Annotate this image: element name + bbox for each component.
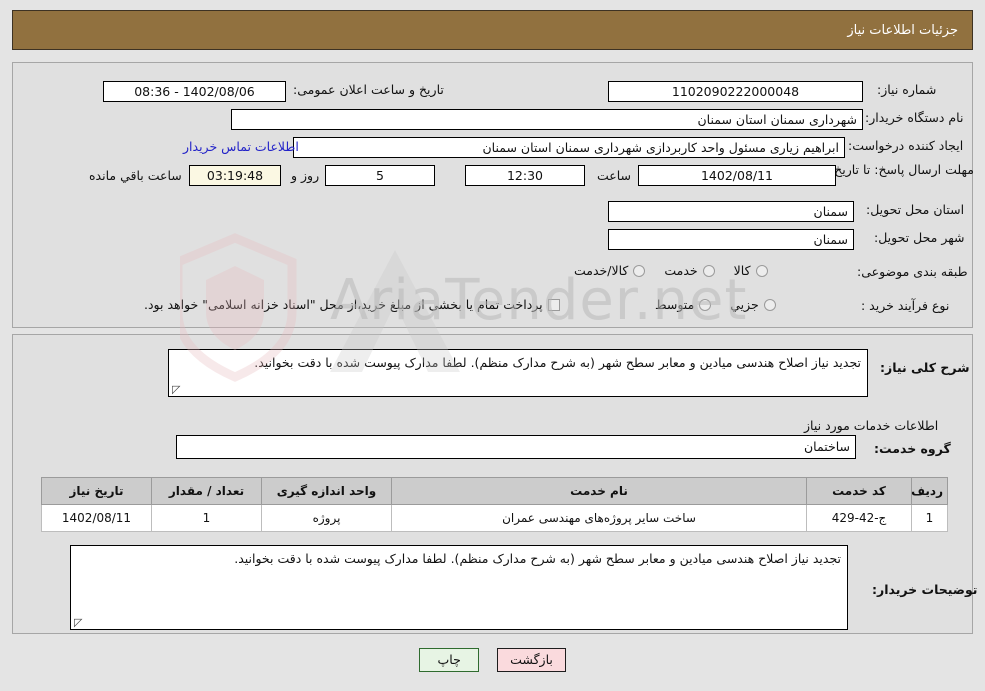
back-button[interactable]: بازگشت	[497, 648, 566, 672]
buyer-notes-textarea[interactable]: تجدید نیاز اصلاح هندسی میادین و معابر سط…	[70, 545, 848, 630]
city-label-row: شهر محل تحویل:	[874, 230, 964, 245]
buyer-org-field: شهرداری سمنان استان سمنان	[231, 109, 863, 130]
radio-category-goods[interactable]	[755, 264, 768, 277]
need-number-label: شماره نیاز:	[877, 82, 937, 97]
th-service-code: کد خدمت	[806, 477, 912, 505]
radio-process-medium-label: متوسط	[655, 297, 695, 312]
buyer-org-label: نام دستگاه خریدار:	[865, 110, 964, 125]
category-label-row: طبقه بندی موضوعی:	[857, 264, 968, 279]
public-announce-field: 1402/08/06 - 08:36	[103, 81, 286, 102]
creator-label-row: ایجاد کننده درخواست:	[848, 138, 963, 153]
cell-service-code: ج-42-429	[806, 504, 912, 532]
service-group-label-row: گروه خدمت:	[874, 441, 951, 456]
th-unit: واحد اندازه گیری	[261, 477, 392, 505]
print-button[interactable]: چاپ	[419, 648, 480, 672]
category-radio-group: کالا خدمت کالا/خدمت	[560, 263, 768, 278]
cell-unit: پروژه	[261, 504, 392, 532]
city-label: شهر محل تحویل:	[874, 230, 965, 245]
deadline-label: مهلت ارسال پاسخ: تا تاریخ:	[829, 162, 974, 177]
cell-service-name: ساخت سایر پروژه‌های مهندسی عمران	[391, 504, 807, 532]
cell-row-no: 1	[911, 504, 948, 532]
general-desc-text: تجدید نیاز اصلاح هندسی میادین و معابر سط…	[254, 355, 861, 370]
services-table: ردیف کد خدمت نام خدمت واحد اندازه گیری ت…	[41, 477, 948, 532]
buyer-notes-label-row: توضیحات خریدار:	[872, 582, 978, 597]
province-label: استان محل تحویل:	[866, 202, 965, 217]
general-desc-textarea[interactable]: تجدید نیاز اصلاح هندسی میادین و معابر سط…	[168, 349, 868, 397]
resize-grip-icon: ◸	[172, 383, 181, 396]
general-desc-label-row: شرح کلی نیاز:	[880, 360, 969, 375]
deadline-hour-label: ساعت	[597, 168, 632, 183]
province-label-row: استان محل تحویل:	[866, 202, 964, 217]
radio-process-minor-label: جزیي	[730, 297, 759, 312]
radio-category-goods-label: کالا	[733, 263, 751, 278]
action-button-bar: بازگشت چاپ	[0, 648, 985, 672]
remaining-days-label: روز و	[291, 168, 320, 183]
province-field: سمنان	[608, 201, 854, 222]
th-service-name: نام خدمت	[391, 477, 807, 505]
th-quantity: تعداد / مقدار	[151, 477, 262, 505]
deadline-date-field: 1402/08/11	[638, 165, 836, 186]
buyer-notes-label: توضیحات خریدار:	[872, 582, 978, 597]
table-header-row: ردیف کد خدمت نام خدمت واحد اندازه گیری ت…	[41, 477, 948, 505]
service-group-label: گروه خدمت:	[874, 441, 951, 456]
remaining-time-label: ساعت باقي مانده	[89, 168, 182, 183]
service-group-field: ساختمان	[176, 435, 856, 459]
th-row-no: ردیف	[911, 477, 948, 505]
process-label: نوع فرآیند خرید :	[861, 298, 950, 313]
services-table-wrap: ردیف کد خدمت نام خدمت واحد اندازه گیری ت…	[41, 477, 948, 532]
remaining-time-field: 03:19:48	[189, 165, 281, 186]
general-desc-label: شرح کلی نیاز:	[880, 360, 970, 375]
resize-grip-icon-2: ◸	[74, 616, 83, 629]
creator-field: ابراهیم زیاری مسئول واحد کاربردازی شهردا…	[293, 137, 845, 158]
radio-category-service-label: خدمت	[664, 263, 698, 278]
treasury-checkbox-label: پرداخت تمام یا بخشی از مبلغ خرید،از محل …	[144, 297, 543, 312]
page-title: جزئیات اطلاعات نیاز	[847, 22, 958, 38]
cell-need-date: 1402/08/11	[41, 504, 152, 532]
radio-category-goods-service[interactable]	[633, 264, 646, 277]
treasury-checkbox-group: پرداخت تمام یا بخشی از مبلغ خرید،از محل …	[130, 297, 560, 312]
radio-category-service[interactable]	[702, 264, 715, 277]
need-number-field: 1102090222000048	[608, 81, 863, 102]
table-row: 1 ج-42-429 ساخت سایر پروژه‌های مهندسی عم…	[41, 504, 948, 532]
process-radio-group: جزیي متوسط	[641, 297, 776, 312]
treasury-checkbox[interactable]	[547, 298, 560, 311]
buyer-contact-link[interactable]: اطلاعات تماس خریدار	[183, 139, 299, 154]
radio-process-medium[interactable]	[699, 298, 712, 311]
radio-process-minor[interactable]	[763, 298, 776, 311]
radio-category-goods-service-label: کالا/خدمت	[574, 263, 629, 278]
category-label: طبقه بندی موضوعی:	[857, 264, 968, 279]
buyer-org-label-row: نام دستگاه خریدار:	[865, 110, 963, 125]
cell-quantity: 1	[151, 504, 262, 532]
deadline-hour-field: 12:30	[465, 165, 585, 186]
process-label-row: نوع فرآیند خرید :	[861, 298, 949, 313]
deadline-label-block: مهلت ارسال پاسخ: تا تاریخ:	[830, 159, 974, 178]
need-number-label-row: شماره نیاز:	[877, 82, 936, 97]
page-root: جزئیات اطلاعات نیاز شماره نیاز: 11020902…	[0, 0, 985, 691]
creator-label: ایجاد کننده درخواست:	[848, 138, 964, 153]
services-section-title: اطلاعات خدمات مورد نیاز	[804, 418, 939, 433]
th-need-date: تاریخ نیاز	[41, 477, 152, 505]
page-header: جزئیات اطلاعات نیاز	[12, 10, 973, 50]
public-announce-label: تاریخ و ساعت اعلان عمومی:	[293, 82, 444, 97]
announce-label-row: تاریخ و ساعت اعلان عمومی:	[293, 82, 444, 97]
remaining-days-field: 5	[325, 165, 435, 186]
buyer-notes-text: تجدید نیاز اصلاح هندسی میادین و معابر سط…	[234, 551, 841, 566]
city-field: سمنان	[608, 229, 854, 250]
